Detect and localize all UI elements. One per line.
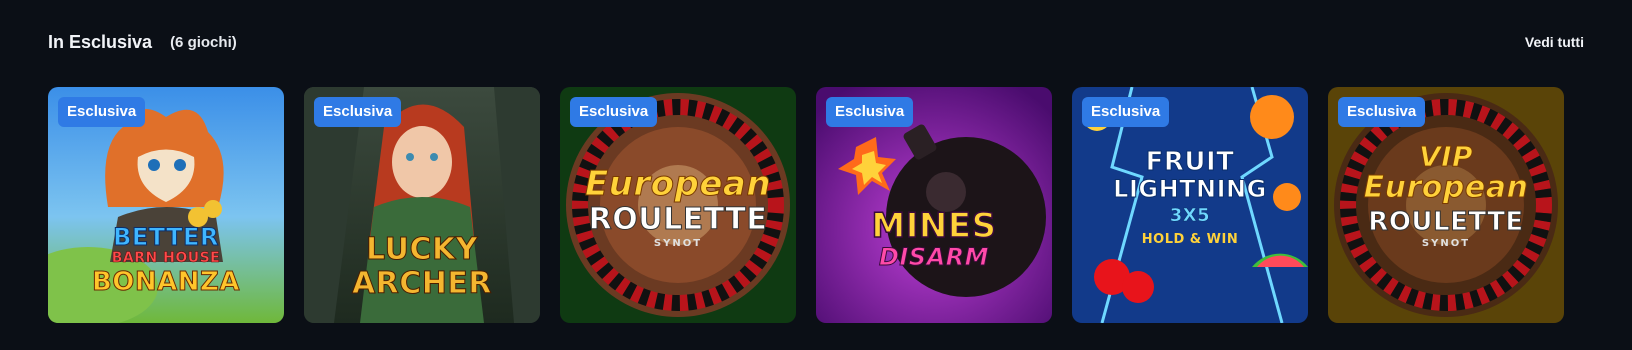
game-title-line2: LIGHTNING: [1113, 175, 1267, 203]
game-title-line1: FRUIT: [1145, 147, 1235, 177]
exclusive-badge: Esclusiva: [1082, 97, 1170, 127]
game-title-line2: BARN HOUSE: [111, 250, 221, 266]
game-title-line3: 3X5: [1169, 205, 1211, 226]
game-title-line3: BONANZA: [91, 267, 241, 297]
game-title-line1: MINES: [871, 206, 997, 246]
game-title-line2: ARCHER: [351, 266, 493, 301]
game-card-mines-disarm[interactable]: Esclusiva MINES DISARM: [816, 87, 1052, 323]
game-title-line3: ROULETTE: [1368, 207, 1524, 237]
game-brand: SYNOT: [653, 238, 703, 249]
exclusive-badge: Esclusiva: [1338, 97, 1426, 127]
game-title-line1: VIP: [1418, 140, 1474, 173]
exclusive-badge: Esclusiva: [570, 97, 658, 127]
section-header: In Esclusiva (6 giochi) Vedi tutti: [48, 30, 1584, 54]
game-card-lucky-archer[interactable]: Esclusiva LUCKY ARCHER: [304, 87, 540, 323]
exclusive-badge: Esclusiva: [826, 97, 914, 127]
games-row: Esclusiva BETTER BARN HOUSE BONANZA Escl…: [48, 87, 1564, 323]
game-card-better-barn-house-bonanza[interactable]: Esclusiva BETTER BARN HOUSE BONANZA: [48, 87, 284, 323]
game-card-european-roulette[interactable]: Esclusiva European ROULETTE SYNOT: [560, 87, 796, 323]
section-title: In Esclusiva: [48, 31, 153, 52]
exclusive-badge: Esclusiva: [58, 97, 146, 127]
games-count: (6 giochi): [170, 33, 237, 51]
game-card-vip-european-roulette[interactable]: Esclusiva VIP European ROULETTE SYNOT: [1328, 87, 1564, 323]
game-title-line2: European: [1363, 170, 1529, 205]
game-title-line4: HOLD & WIN: [1141, 232, 1239, 247]
game-title-line2: ROULETTE: [588, 202, 768, 237]
game-title-line1: LUCKY: [366, 232, 478, 267]
see-all-link[interactable]: Vedi tutti: [1525, 34, 1584, 50]
game-title-line1: BETTER: [113, 223, 219, 251]
exclusive-badge: Esclusiva: [314, 97, 402, 127]
game-card-fruit-lightning[interactable]: Esclusiva FRUIT LIGHTNING 3X5 HOLD & WIN: [1072, 87, 1308, 323]
game-title-line2: DISARM: [878, 243, 990, 271]
game-brand: SYNOT: [1421, 238, 1471, 249]
game-title-line1: European: [584, 164, 772, 204]
